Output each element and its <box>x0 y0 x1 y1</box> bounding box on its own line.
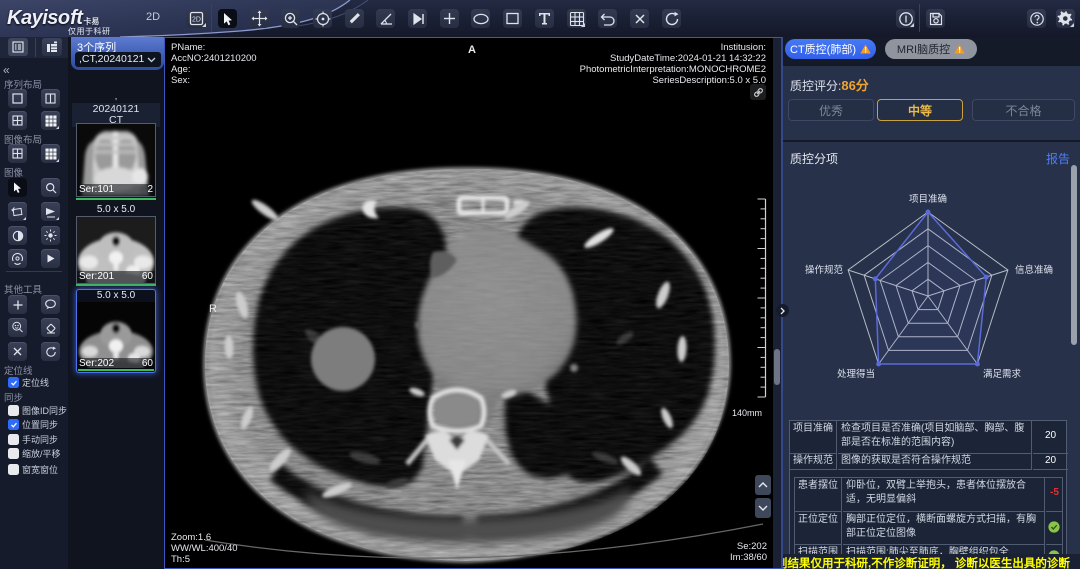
svg-text:2D: 2D <box>192 17 201 24</box>
svg-text:满足需求: 满足需求 <box>983 368 1022 380</box>
svg-text:操作规范: 操作规范 <box>805 264 844 276</box>
svg-text:处理得当: 处理得当 <box>837 368 875 380</box>
svg-text:信息准确: 信息准确 <box>1015 264 1053 276</box>
svg-text:项目准确: 项目准确 <box>909 193 947 205</box>
